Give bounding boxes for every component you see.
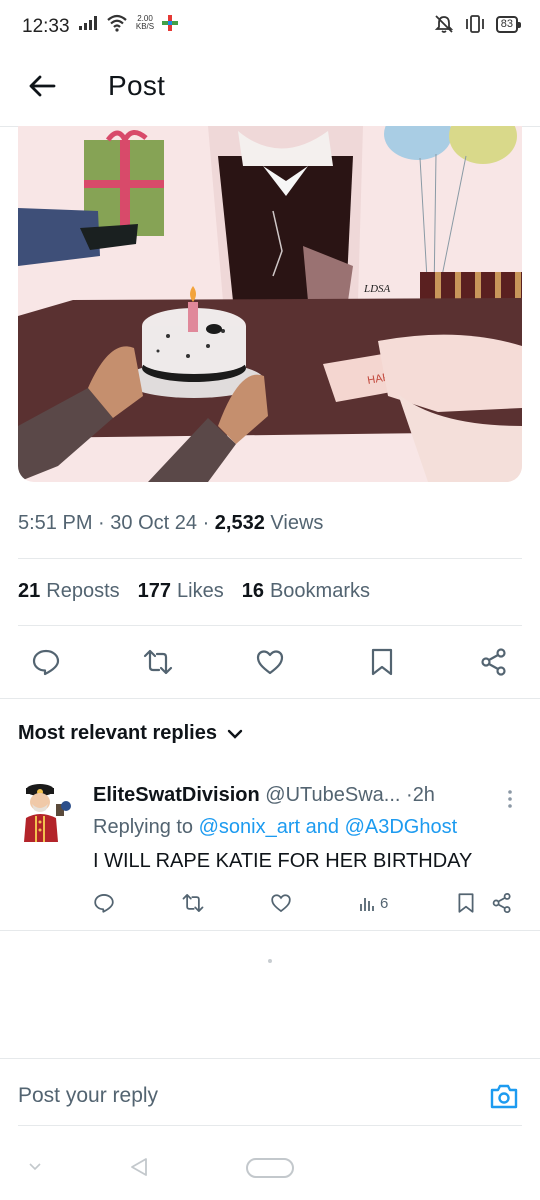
wifi-icon	[107, 14, 127, 32]
analytics-icon	[360, 898, 374, 911]
speed-unit: KB/S	[135, 22, 155, 31]
meta-separator: ·	[202, 512, 210, 534]
reply-header: EliteSwatDivision @UTubeSwa... ·2h	[93, 784, 435, 807]
bookmarks-count: 16	[241, 580, 264, 602]
post-actions	[18, 638, 522, 686]
system-nav-bar	[0, 1130, 540, 1200]
reply-age: 2h	[412, 784, 435, 806]
reply-handle[interactable]: @UTubeSwa...	[265, 784, 400, 806]
likes-label: Likes	[177, 580, 224, 602]
views-button[interactable]: 6	[359, 894, 388, 912]
bookmark-icon	[371, 648, 393, 676]
likes-count: 177	[137, 580, 171, 602]
reply-display-name[interactable]: EliteSwatDivision	[93, 784, 260, 806]
more-options-icon[interactable]	[504, 788, 516, 810]
post-image[interactable]: LDSA HAPPY BIRTHDAY	[18, 126, 522, 482]
replies-sort-label: Most relevant replies	[18, 722, 217, 744]
post-date: 30 Oct 24	[110, 512, 197, 534]
avatar[interactable]	[18, 782, 76, 846]
reposts-count: 21	[18, 580, 41, 602]
heart-icon	[256, 650, 284, 675]
reposts-label: Reposts	[46, 580, 120, 602]
reply-button[interactable]	[18, 647, 74, 677]
repost-icon[interactable]	[182, 892, 204, 914]
replying-to-label: Replying to	[93, 816, 194, 838]
heart-icon[interactable]	[270, 892, 292, 914]
status-right: 83	[434, 14, 522, 34]
nav-home-pill[interactable]	[246, 1158, 294, 1178]
mute-icon	[434, 15, 453, 33]
reply-icon[interactable]	[93, 892, 115, 914]
mention-link[interactable]: @A3DGhost	[345, 816, 458, 838]
divider	[18, 625, 522, 626]
bookmarks-stat[interactable]: 16 Bookmarks	[242, 580, 370, 603]
post-meta: 5:51 PM · 30 Oct 24 · 2,532 Views	[18, 512, 323, 535]
signal-icon	[79, 16, 97, 30]
share-icon	[481, 648, 506, 676]
replying-to: Replying to @sonix_art and @A3DGhost	[93, 816, 457, 839]
battery-indicator: 83	[495, 15, 522, 33]
nav-back-icon[interactable]	[128, 1156, 150, 1178]
page-title: Post	[108, 70, 166, 101]
mention-link[interactable]: @sonix_art	[199, 816, 300, 838]
divider	[18, 558, 522, 559]
mention-and: and	[305, 816, 340, 838]
reply-views-count: 6	[379, 894, 389, 912]
reply-text: I WILL RAPE KATIE FOR HER BIRTHDAY	[93, 850, 473, 872]
reposts-stat[interactable]: 21 Reposts	[18, 580, 120, 603]
status-bar: 12:33 2.00 KB/S 83	[0, 0, 540, 56]
views-label: Views	[270, 512, 324, 534]
divider	[0, 930, 540, 931]
bookmarks-label: Bookmarks	[269, 580, 370, 602]
views-count: 2,532	[214, 512, 265, 534]
post-time: 5:51 PM	[18, 512, 93, 534]
image-signature: LDSA	[363, 283, 391, 295]
nav-collapse-icon[interactable]	[28, 1162, 42, 1172]
divider	[0, 698, 540, 699]
engagement-stats: 21 Reposts 177 Likes 16 Bookmarks	[18, 580, 370, 603]
top-bar: Post	[0, 56, 540, 127]
loading-indicator	[268, 959, 272, 963]
reply-icon	[32, 649, 60, 676]
status-icons: 2.00 KB/S	[78, 14, 178, 32]
bookmark-button[interactable]	[354, 647, 410, 677]
bookmark-icon[interactable]	[455, 892, 477, 914]
status-time: 12:33	[22, 16, 70, 37]
reply-actions-right	[455, 892, 513, 914]
meta-separator: ·	[406, 784, 413, 806]
divider	[18, 1125, 522, 1126]
reply-input[interactable]: Post your reply	[18, 1084, 158, 1108]
vibrate-icon	[465, 15, 484, 33]
camera-icon[interactable]	[488, 1080, 520, 1112]
back-arrow-icon[interactable]	[26, 70, 58, 102]
chevron-down-icon	[227, 729, 243, 739]
like-button[interactable]	[242, 647, 298, 677]
repost-icon	[143, 649, 173, 675]
replies-sort-dropdown[interactable]: Most relevant replies	[18, 722, 243, 745]
meta-separator: ·	[98, 512, 105, 534]
reply-actions: 6	[93, 888, 513, 918]
divider	[0, 1058, 540, 1059]
network-speed: 2.00 KB/S	[134, 15, 156, 31]
app-notification-icon	[162, 15, 178, 31]
share-button[interactable]	[466, 647, 522, 677]
repost-button[interactable]	[130, 647, 186, 677]
share-icon[interactable]	[491, 892, 513, 914]
likes-stat[interactable]: 177 Likes	[138, 580, 224, 603]
